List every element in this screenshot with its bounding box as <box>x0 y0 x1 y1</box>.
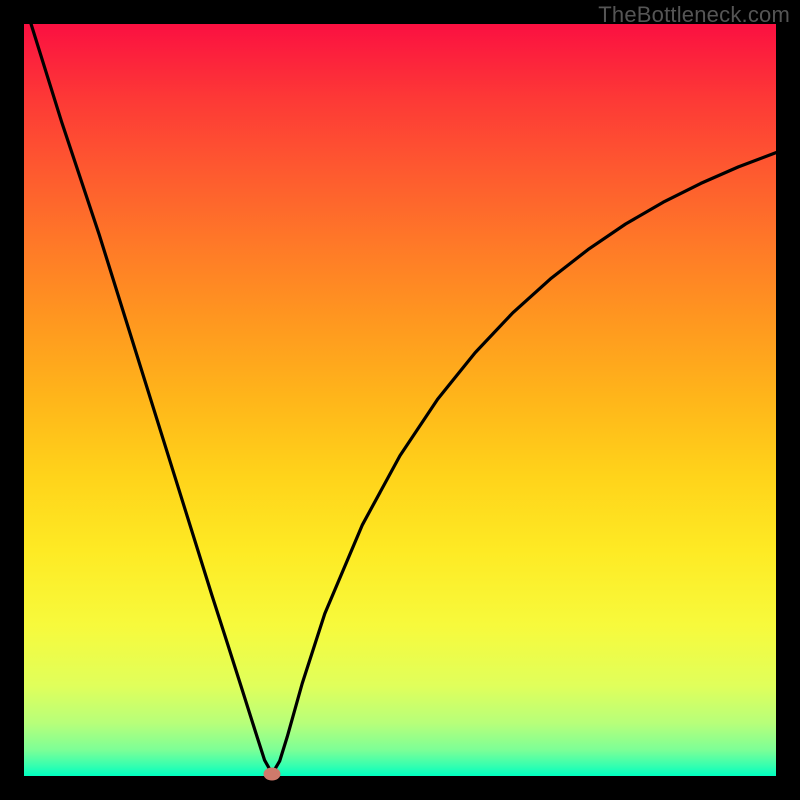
optimal-point-marker <box>264 767 281 780</box>
bottleneck-curve <box>24 24 776 776</box>
watermark-label: TheBottleneck.com <box>598 2 790 28</box>
plot-area <box>24 24 776 776</box>
chart-container: TheBottleneck.com <box>0 0 800 800</box>
